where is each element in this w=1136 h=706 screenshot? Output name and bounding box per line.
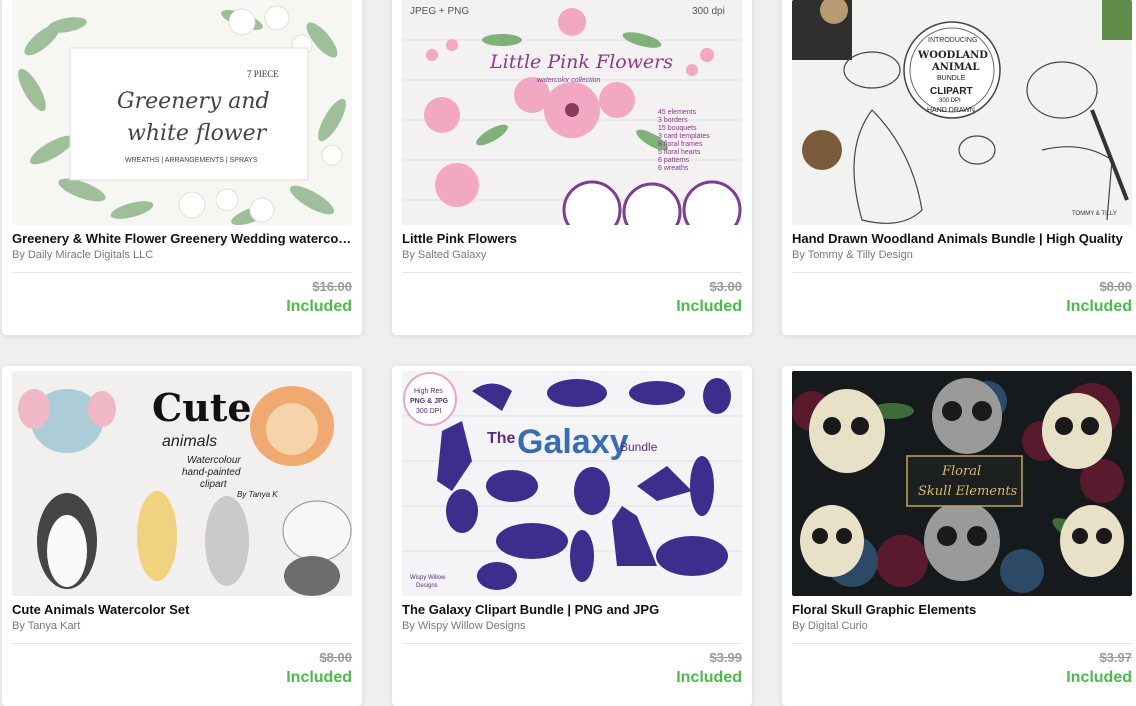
divider: [792, 272, 1132, 273]
thumb-text: ANIMAL: [931, 62, 979, 73]
thumb-text: The: [487, 430, 516, 447]
divider: [12, 272, 352, 273]
product-thumbnail[interactable]: Cute animals Watercolour hand-painted cl…: [12, 371, 352, 596]
svg-text:45 elements: 45 elements: [658, 109, 697, 116]
svg-text:5 floral hearts: 5 floral hearts: [658, 149, 701, 156]
thumb-text: watercolor collection: [537, 77, 601, 84]
thumb-text: white flower: [127, 121, 268, 146]
thumb-text: WREATHS | ARRANGEMENTS | SPRAYS: [125, 157, 258, 164]
included-badge: Included: [676, 669, 742, 686]
product-thumbnail[interactable]: JPEG + PNG 300 dpi Little Pink Flowers w…: [402, 0, 742, 225]
thumb-text: clipart: [200, 479, 228, 490]
thumb-text: PNG & JPG: [410, 398, 449, 405]
product-title[interactable]: Greenery & White Flower Greenery Wedding…: [12, 231, 352, 246]
product-card[interactable]: Floral Skull Elements Floral Skull Graph…: [782, 366, 1136, 706]
thumb-text: Watercolour: [187, 455, 241, 466]
included-badge: Included: [676, 298, 742, 315]
thumb-text: TOMMY & TILLY: [1072, 211, 1117, 217]
thumb-text: animals: [162, 433, 217, 450]
thumb-text: Cute: [152, 385, 252, 430]
thumb-text: CLIPART: [930, 86, 973, 97]
svg-text:15 bouquets: 15 bouquets: [658, 125, 697, 132]
thumb-text: BUNDLE: [937, 75, 966, 82]
included-badge: Included: [286, 669, 352, 686]
product-title[interactable]: The Galaxy Clipart Bundle | PNG and JPG: [402, 602, 742, 617]
svg-text:3 card templates: 3 card templates: [658, 133, 710, 140]
included-badge: Included: [1066, 669, 1132, 686]
thumb-text: Skull Elements: [918, 484, 1018, 499]
original-price: $3.00: [709, 279, 742, 294]
thumb-text: Galaxy: [517, 423, 629, 461]
thumb-text: 300 dpi: [692, 6, 725, 17]
product-author[interactable]: By Tanya Kart: [12, 620, 80, 632]
thumb-text: INTRODUCING: [928, 37, 977, 44]
galaxy-thumbnail-art: High Res PNG & JPG 300 DPI The Galaxy Bu…: [402, 371, 742, 596]
original-price: $8.00: [319, 650, 352, 665]
product-author[interactable]: By Salted Galaxy: [402, 249, 486, 261]
product-card[interactable]: High Res PNG & JPG 300 DPI The Galaxy Bu…: [392, 366, 752, 706]
product-title[interactable]: Little Pink Flowers: [402, 231, 742, 246]
product-title[interactable]: Floral Skull Graphic Elements: [792, 602, 1132, 617]
thumb-text: 300 DPI: [416, 408, 441, 415]
product-card[interactable]: Cute animals Watercolour hand-painted cl…: [2, 366, 362, 706]
thumb-text: 7 PIECE: [247, 69, 279, 79]
product-card[interactable]: 7 PIECE Greenery and white flower WREATH…: [2, 0, 362, 335]
included-badge: Included: [1066, 298, 1132, 315]
thumb-text: Designs: [416, 583, 438, 589]
thumb-text: High Res: [414, 388, 443, 395]
pink-flowers-thumbnail-art: JPEG + PNG 300 dpi Little Pink Flowers w…: [402, 0, 742, 225]
product-thumbnail[interactable]: 7 PIECE Greenery and white flower WREATH…: [12, 0, 352, 225]
product-title[interactable]: Hand Drawn Woodland Animals Bundle | Hig…: [792, 231, 1132, 246]
greenery-thumbnail-art: 7 PIECE Greenery and white flower WREATH…: [12, 0, 352, 225]
thumb-text: 300 DPI: [939, 98, 961, 104]
thumb-text: WOODLAND: [917, 50, 988, 61]
product-author[interactable]: By Daily Miracle Digitals LLC: [12, 249, 153, 261]
thumb-text: Greenery and: [117, 89, 270, 114]
thumb-text: Bundle: [620, 440, 658, 454]
thumb-text: Wispy Willow: [410, 575, 446, 581]
product-card[interactable]: INTRODUCING WOODLAND ANIMAL BUNDLE CLIPA…: [782, 0, 1136, 335]
thumb-text: JPEG + PNG: [410, 6, 469, 17]
thumb-text: hand-painted: [182, 467, 241, 478]
divider: [12, 643, 352, 644]
floral-skull-thumbnail-art: Floral Skull Elements: [792, 371, 1132, 596]
original-price: $3.99: [709, 650, 742, 665]
product-author[interactable]: By Digital Curio: [792, 620, 868, 632]
original-price: $16.00: [312, 279, 352, 294]
original-price: $8.00: [1099, 279, 1132, 294]
thumb-text: Floral: [941, 464, 981, 479]
woodland-thumbnail-art: INTRODUCING WOODLAND ANIMAL BUNDLE CLIPA…: [792, 0, 1132, 225]
thumb-text: By Tanya K: [237, 490, 278, 499]
product-thumbnail[interactable]: High Res PNG & JPG 300 DPI The Galaxy Bu…: [402, 371, 742, 596]
divider: [792, 643, 1132, 644]
cute-animals-thumbnail-art: Cute animals Watercolour hand-painted cl…: [12, 371, 352, 596]
product-card[interactable]: JPEG + PNG 300 dpi Little Pink Flowers w…: [392, 0, 752, 335]
divider: [402, 272, 742, 273]
thumb-text: HAND DRAWN: [927, 107, 975, 114]
svg-text:3 borders: 3 borders: [658, 117, 688, 124]
svg-text:6 patterns: 6 patterns: [658, 157, 690, 164]
product-thumbnail[interactable]: INTRODUCING WOODLAND ANIMAL BUNDLE CLIPA…: [792, 0, 1132, 225]
product-author[interactable]: By Wispy Willow Designs: [402, 620, 525, 632]
product-author[interactable]: By Tommy & Tilly Design: [792, 249, 913, 261]
svg-text:8 floral frames: 8 floral frames: [658, 141, 703, 148]
product-thumbnail[interactable]: Floral Skull Elements: [792, 371, 1132, 596]
thumb-text: Little Pink Flowers: [489, 51, 673, 73]
divider: [402, 643, 742, 644]
svg-text:6 wreaths: 6 wreaths: [658, 165, 689, 172]
original-price: $3.97: [1099, 650, 1132, 665]
included-badge: Included: [286, 298, 352, 315]
product-title[interactable]: Cute Animals Watercolor Set: [12, 602, 352, 617]
